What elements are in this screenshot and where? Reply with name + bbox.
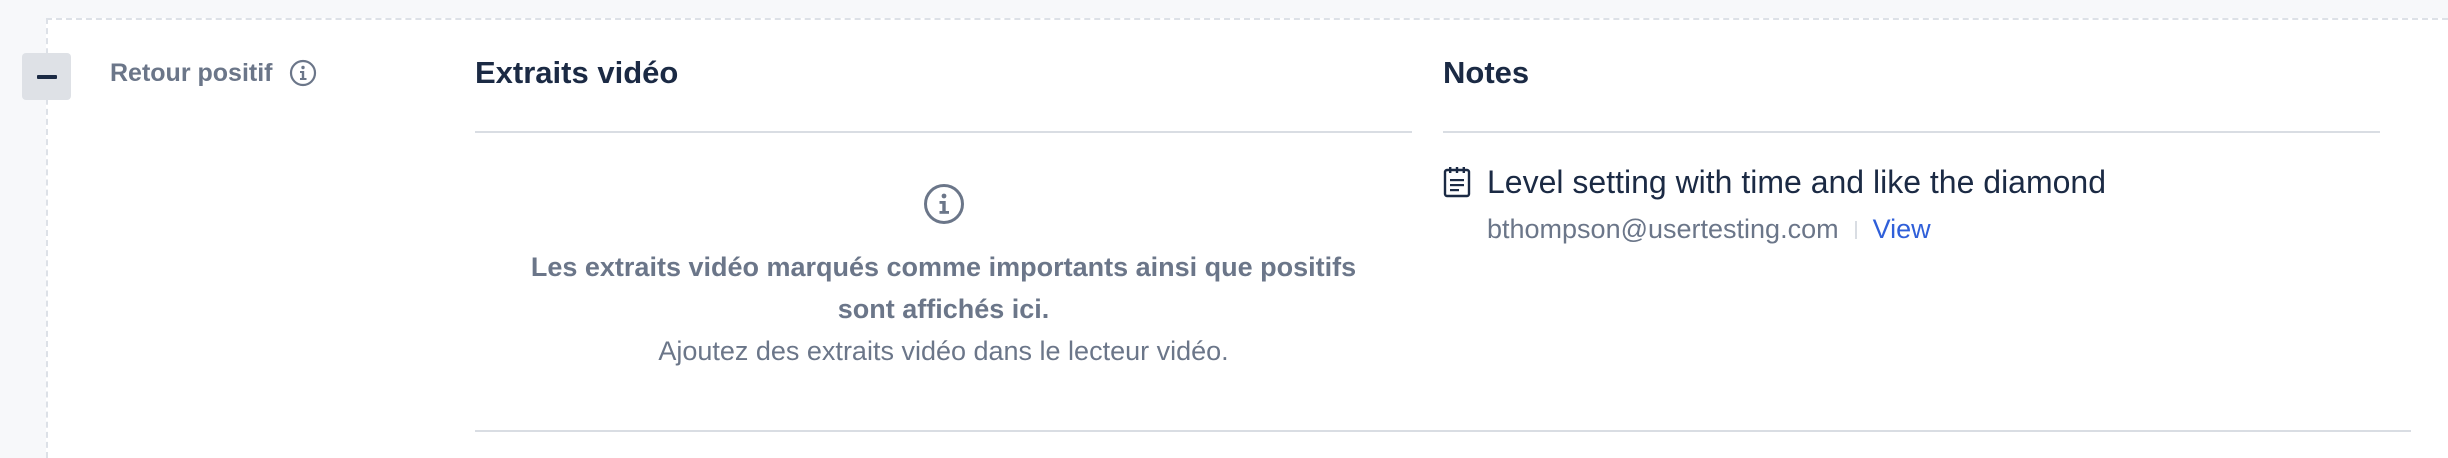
- info-icon: [923, 183, 965, 225]
- note-icon: [1443, 166, 1471, 198]
- section-title: Retour positif: [110, 58, 273, 87]
- notes-divider: [1443, 131, 2380, 133]
- note-meta: bthompson@usertesting.com View: [1487, 214, 2403, 245]
- meta-separator: [1854, 220, 1857, 239]
- section-label: Retour positif: [110, 56, 317, 90]
- note-text: Level setting with time and like the dia…: [1487, 163, 2107, 200]
- notes-heading: Notes: [1443, 55, 1530, 90]
- section-bottom-divider: [475, 430, 2411, 432]
- view-note-link[interactable]: View: [1873, 214, 1931, 245]
- video-clips-heading: Extraits vidéo: [475, 55, 679, 90]
- video-clips-empty-state: Les extraits vidéo marqués comme importa…: [475, 183, 1412, 372]
- empty-state-message: Les extraits vidéo marqués comme importa…: [530, 252, 1357, 324]
- minus-icon: [36, 74, 57, 79]
- video-clips-divider: [475, 131, 1412, 133]
- note-author: bthompson@usertesting.com: [1487, 214, 1839, 244]
- empty-state-hint: Ajoutez des extraits vidéo dans le lecte…: [658, 336, 1229, 366]
- note-item: Level setting with time and like the dia…: [1443, 160, 2403, 245]
- collapse-section-button[interactable]: [22, 53, 71, 100]
- info-icon[interactable]: [289, 59, 317, 87]
